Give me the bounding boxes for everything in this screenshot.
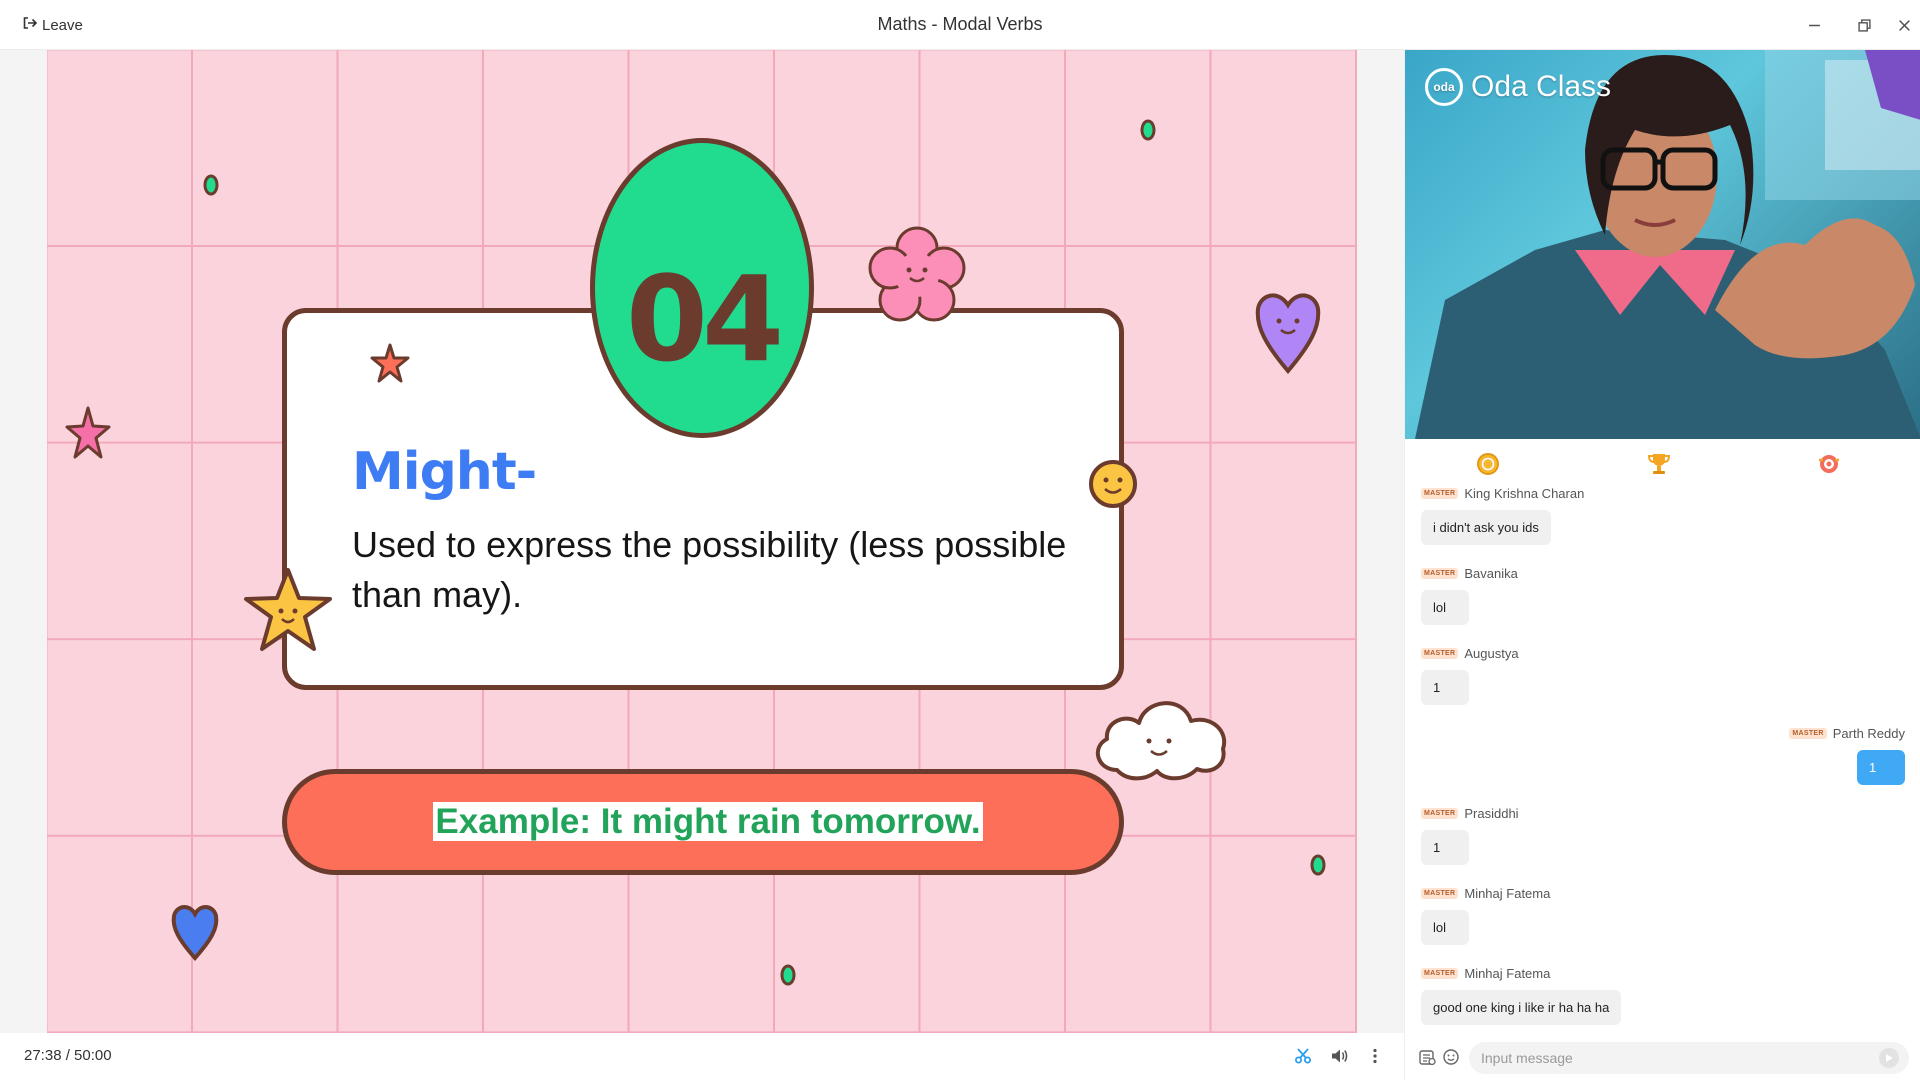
star-decoration — [370, 343, 410, 383]
playback-time: 27:38 / 50:00 — [24, 1047, 112, 1064]
leaderboard-tab[interactable] — [1645, 450, 1673, 478]
chat-bubble: i didn't ask you ids — [1421, 510, 1551, 545]
role-badge: MASTER — [1421, 807, 1459, 819]
brand-watermark: oda Oda Class — [1425, 68, 1611, 106]
teacher-video: oda Oda Class — [1405, 50, 1920, 439]
chat-bubble: 1 — [1421, 670, 1469, 705]
clipboard-button[interactable] — [1417, 1047, 1437, 1067]
title-bar: Leave Maths - Modal Verbs — [0, 0, 1920, 50]
leave-label: Leave — [42, 16, 83, 34]
rewards-tab[interactable] — [1815, 450, 1843, 478]
restore-icon — [1857, 18, 1871, 32]
slide-definition: Used to express the possibility (less po… — [352, 524, 1067, 615]
example-banner: Example: It might rain tomorrow. — [282, 769, 1124, 875]
example-text: Example: It might rain tomorrow. — [433, 802, 983, 841]
minimize-icon — [1808, 24, 1820, 26]
chat-message: MASTER Augustya 1 — [1421, 644, 1519, 705]
chat-message: MASTER King Krishna Charan i didn't ask y… — [1421, 484, 1584, 545]
close-icon — [1898, 19, 1910, 31]
green-dot-decoration — [203, 174, 219, 196]
chat-username: Prasiddhi — [1464, 805, 1519, 821]
current-time: 27:38 — [24, 1047, 62, 1064]
exit-icon — [22, 15, 38, 35]
chat-bubble: lol — [1421, 910, 1469, 945]
close-button[interactable] — [1893, 14, 1915, 36]
coins-tab[interactable] — [1474, 450, 1502, 478]
green-dot-decoration — [1310, 854, 1326, 876]
teacher-video-frame — [1415, 50, 1920, 439]
chat-input-bar — [1405, 1036, 1920, 1080]
scissors-button[interactable] — [1292, 1045, 1314, 1067]
role-badge: MASTER — [1421, 887, 1459, 899]
leave-button[interactable]: Leave — [22, 14, 83, 36]
more-vertical-icon — [1373, 1048, 1377, 1064]
chat-message: MASTER Prasiddhi 1 — [1421, 804, 1519, 865]
volume-icon — [1332, 1049, 1348, 1063]
emoji-icon — [1443, 1049, 1459, 1065]
restore-button[interactable] — [1853, 14, 1875, 36]
star-decoration — [244, 568, 332, 651]
chat-message: MASTER Bavanika lol — [1421, 564, 1518, 625]
coin-icon — [1477, 453, 1499, 475]
green-dot-decoration — [780, 964, 796, 986]
heart-decoration — [171, 905, 219, 962]
badge-icon — [1819, 455, 1839, 473]
role-badge: MASTER — [1421, 967, 1459, 979]
flower-decoration — [868, 226, 966, 322]
star-decoration — [65, 406, 111, 459]
player-bar: 27:38 / 50:00 — [0, 1033, 1404, 1080]
minimize-button[interactable] — [1803, 14, 1825, 36]
volume-button[interactable] — [1328, 1045, 1350, 1067]
chat-username: Minhaj Fatema — [1464, 885, 1551, 901]
chat-bubble: lol — [1421, 590, 1469, 625]
green-dot-decoration — [1140, 119, 1156, 141]
brand-name: Oda Class — [1471, 70, 1612, 103]
chat-username: King Krishna Charan — [1464, 485, 1585, 501]
chat-message: MASTER Minhaj Fatema good one king i like… — [1421, 964, 1622, 1025]
chat-bubble-self: 1 — [1857, 750, 1905, 785]
window-title: Maths - Modal Verbs — [877, 14, 1043, 34]
role-badge: MASTER — [1421, 487, 1459, 499]
chat-list[interactable]: MASTER King Krishna Charan i didn't ask y… — [1405, 484, 1920, 1034]
panel-tabs — [1405, 442, 1920, 484]
send-icon — [1886, 1054, 1893, 1062]
scissors-icon — [1295, 1048, 1311, 1064]
chat-message-self: MASTER Parth Reddy 1 — [1789, 724, 1905, 785]
heart-decoration — [1255, 293, 1321, 375]
send-button[interactable] — [1879, 1048, 1899, 1068]
chat-username: Augustya — [1464, 645, 1519, 661]
role-badge: MASTER — [1421, 647, 1459, 659]
chat-bubble: 1 — [1421, 830, 1469, 865]
trophy-icon — [1647, 454, 1671, 474]
slide: 04 Might- Used to express the possibilit… — [47, 50, 1357, 1033]
more-options-button[interactable] — [1364, 1045, 1386, 1067]
chat-username: Minhaj Fatema — [1464, 965, 1551, 981]
slide-heading: Might- — [352, 442, 537, 502]
total-time: / 50:00 — [65, 1047, 112, 1064]
smiley-decoration — [1089, 460, 1137, 508]
message-input[interactable] — [1469, 1042, 1909, 1074]
emoji-button[interactable] — [1441, 1047, 1461, 1067]
role-badge: MASTER — [1789, 727, 1827, 739]
role-badge: MASTER — [1421, 567, 1459, 579]
chat-message: MASTER Minhaj Fatema lol — [1421, 884, 1550, 945]
clipboard-icon — [1419, 1050, 1436, 1066]
cloud-decoration — [1095, 701, 1227, 781]
chat-username: Bavanika — [1464, 565, 1518, 581]
side-panel: oda Oda Class MASTER King Krishna Charan … — [1404, 50, 1920, 1080]
chat-username: Parth Reddy — [1832, 725, 1905, 741]
chat-bubble: good one king i like ir ha ha ha — [1421, 990, 1622, 1025]
oda-logo: oda — [1425, 68, 1463, 106]
slide-number: 04 — [625, 250, 784, 388]
